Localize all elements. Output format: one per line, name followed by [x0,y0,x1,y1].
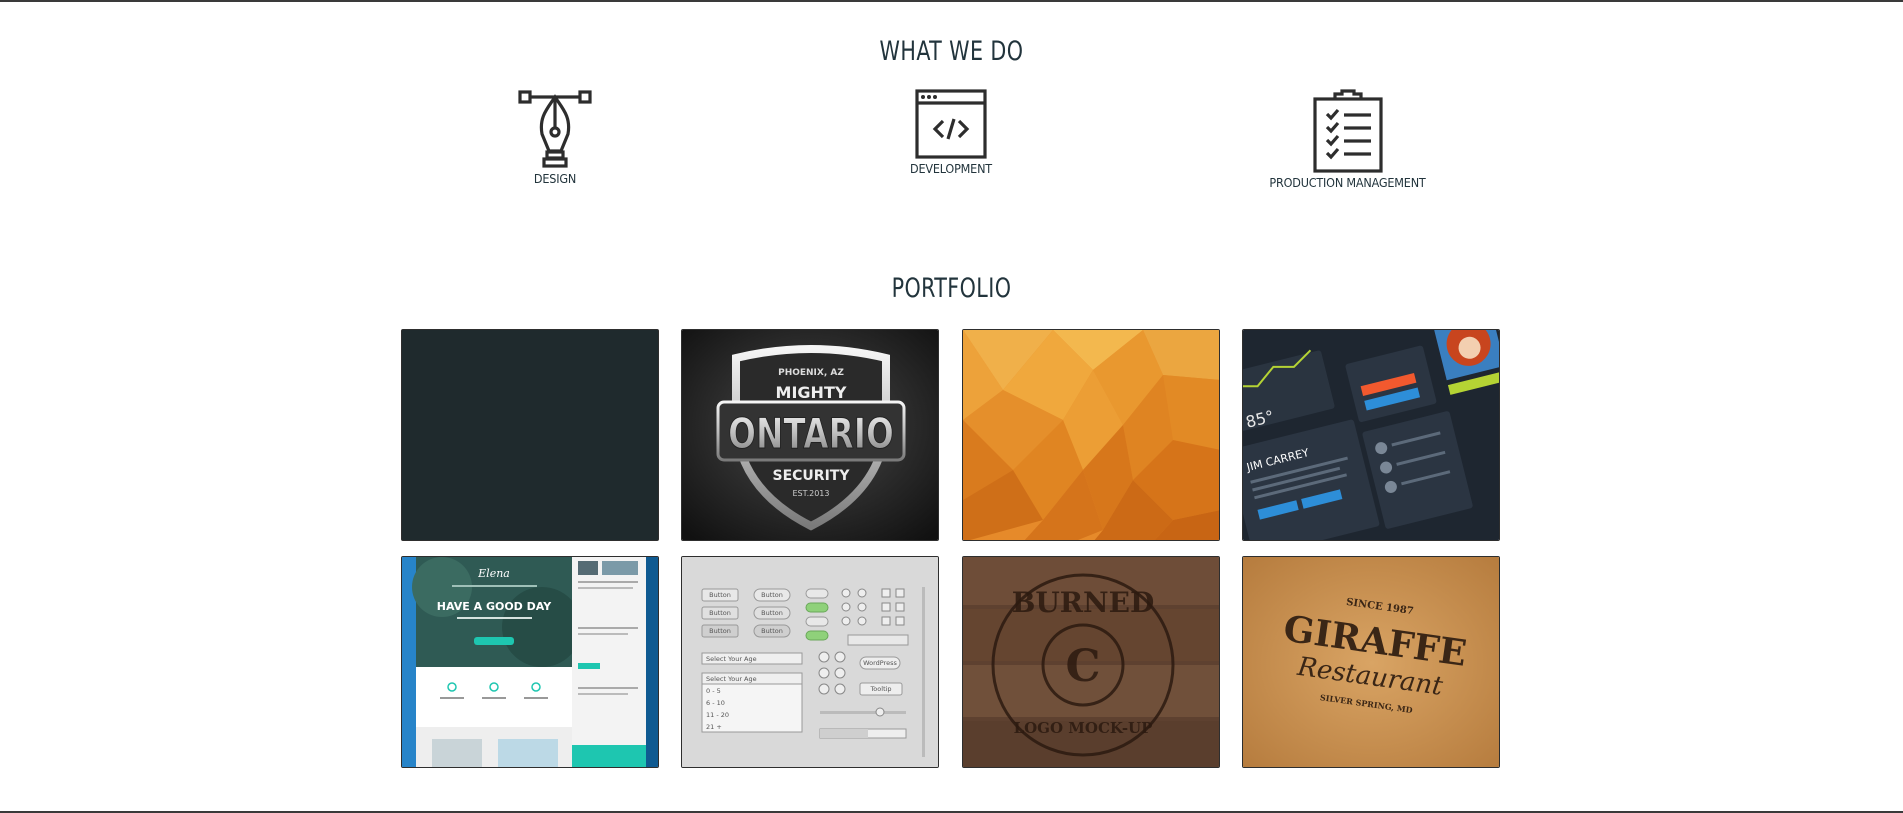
portfolio-tile-dark[interactable] [401,329,659,541]
ctrl-option-1: 0 - 5 [706,687,721,695]
ctrl-tooltip: Tooltip [869,685,891,693]
service-development: DEVELOPMENT [900,89,1002,176]
ctrl-option-4: 21 + [706,723,722,731]
elena-logo: Elena [477,567,510,580]
what-we-do-heading: WHAT WE DO [879,36,1024,67]
service-label-design: DESIGN [533,171,577,186]
logo-text-est: EST.2013 [793,489,830,498]
clipboard-checklist-icon [1312,89,1383,173]
dark-ui-kit-preview: 85° JIM CARREY [1243,330,1499,540]
portfolio-tile-mighty-ontario[interactable]: PHOENIX, AZ MIGHTY ONTARIO SECURITY EST.… [681,329,939,541]
logo-text-city: PHOENIX, AZ [778,368,844,378]
logo-text-security: SECURITY [773,468,851,484]
top-divider [0,0,1903,2]
portfolio-tile-elena-website[interactable]: Elena HAVE A GOOD DAY [401,556,659,768]
ctrl-button-4: Button [761,609,783,617]
ctrl-button-5: Button [709,627,731,635]
ui-controls-preview: Button Button Button Button Button Butto… [682,557,938,767]
service-design: DESIGN [505,89,605,186]
portfolio-tile-dark-ui-kit[interactable]: 85° JIM CARREY [1242,329,1500,541]
ctrl-option-3: 11 - 20 [706,711,729,719]
burned-center-letter: C [1065,641,1100,692]
code-window-icon [915,89,987,159]
logo-text-ontario: ONTARIO [728,409,894,458]
burned-logo-mockup: BURNED C LOGO MOCK-UP [963,557,1219,767]
ctrl-button-2: Button [761,591,783,599]
portfolio-tile-burned-logo[interactable]: BURNED C LOGO MOCK-UP [962,556,1220,768]
burned-bottom-text: LOGO MOCK-UP [1014,719,1153,737]
pen-nib-icon [518,90,592,168]
portfolio-tile-ui-controls[interactable]: Button Button Button Button Button Butto… [681,556,939,768]
giraffe-restaurant-logo: SINCE 1987 GIRAFFE Restaurant SILVER SPR… [1243,557,1499,767]
portfolio-tile-giraffe-restaurant[interactable]: SINCE 1987 GIRAFFE Restaurant SILVER SPR… [1242,556,1500,768]
ctrl-button-6: Button [761,627,783,635]
logo-text-mighty: MIGHTY [776,383,847,402]
ctrl-tag: WordPress [863,659,897,667]
ctrl-option-2: 6 - 10 [706,699,725,707]
service-production-management: PRODUCTION MANAGEMENT [1260,89,1435,190]
elena-website-preview: Elena HAVE A GOOD DAY [402,557,658,767]
ctrl-button-1: Button [709,591,731,599]
portfolio-tile-orange-lowpoly[interactable] [962,329,1220,541]
ctrl-select-1: Select Your Age [706,655,757,663]
mighty-ontario-logo: PHOENIX, AZ MIGHTY ONTARIO SECURITY EST.… [682,330,938,540]
ctrl-select-2: Select Your Age [706,675,757,683]
ctrl-button-3: Button [709,609,731,617]
service-label-production-management: PRODUCTION MANAGEMENT [1269,175,1426,190]
portfolio-heading: PORTFOLIO [891,273,1012,304]
burned-top-text: BURNED [1012,586,1155,619]
orange-lowpoly-art [963,330,1219,540]
elena-headline: HAVE A GOOD DAY [437,600,552,613]
service-label-development: DEVELOPMENT [910,161,992,176]
